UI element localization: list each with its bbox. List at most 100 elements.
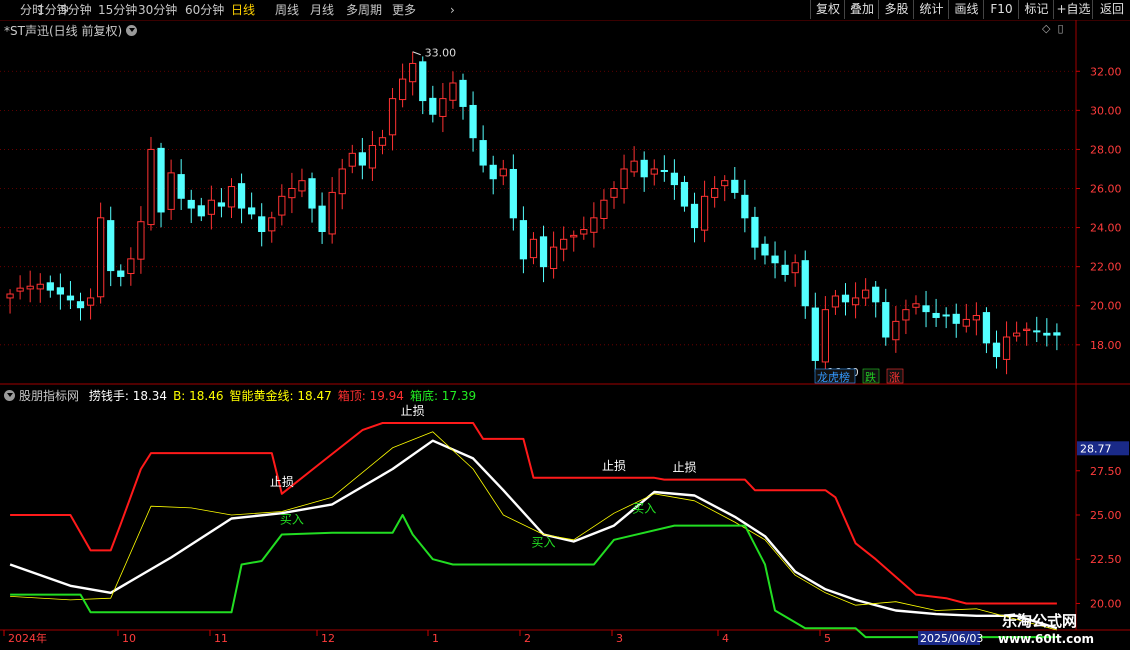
candle-body (721, 180, 729, 187)
candle-body (590, 217, 598, 233)
candle-body (489, 164, 497, 180)
ind-tick-label-3: 27.50 (1090, 465, 1122, 478)
price-candle-88 (892, 306, 900, 353)
price-candle-31 (318, 192, 326, 244)
price-candle-50 (509, 154, 517, 231)
chevron-down-icon[interactable] (126, 25, 138, 36)
candle-body (771, 255, 779, 264)
price-candle-68 (690, 192, 699, 243)
price-candle-39 (398, 63, 407, 108)
price-candle-5 (56, 273, 65, 310)
candle-body (217, 202, 226, 207)
price-tick-label-4: 26.00 (1090, 183, 1122, 196)
candle-body (248, 207, 256, 215)
candle-body (278, 195, 286, 216)
candle-body (640, 159, 648, 178)
price-candle-64 (650, 159, 658, 186)
candle-body (227, 186, 236, 208)
candle-body (398, 78, 407, 101)
indicator-panel-header: 股朋指标网 捞钱手: 18.34 B: 18.46 智能黄金线: 18.47 箱顶: … (4, 387, 476, 404)
price-candle-13 (137, 206, 145, 274)
price-candle-58 (590, 202, 598, 248)
candle-body (26, 285, 34, 290)
candle-body (781, 264, 789, 275)
diamond-icon[interactable]: ◇ (1042, 22, 1050, 35)
x-tick-label-1: 10 (122, 632, 136, 645)
candle-body (348, 152, 356, 167)
price-candle-61 (620, 154, 628, 204)
candle-body (439, 98, 447, 117)
price-candle-101 (1023, 322, 1031, 346)
candle-body (117, 270, 125, 277)
candle-body (962, 318, 970, 327)
watermark-line2: www.60lt.com (998, 632, 1094, 646)
price-candle-45 (459, 73, 467, 120)
price-tag-2: 涨 (889, 371, 900, 384)
indicator-value-1: B: 18.46 (173, 389, 224, 403)
candle-body (6, 293, 14, 299)
price-candle-4 (46, 275, 54, 298)
price-candle-83 (841, 283, 850, 316)
price-candle-90 (912, 295, 920, 315)
price-candle-33 (338, 158, 346, 210)
candle-body (902, 309, 910, 321)
candle-body (167, 172, 175, 210)
x-tick-label-4: 1 (432, 632, 439, 645)
high-marker (412, 51, 421, 56)
price-candle-3 (36, 273, 44, 303)
price-tag-0: 龙虎榜 (817, 370, 850, 384)
candle-body (791, 262, 799, 274)
price-candle-24 (248, 192, 256, 220)
candle-body (851, 297, 860, 306)
price-candle-8 (86, 288, 95, 320)
candle-body (509, 168, 517, 219)
candle-body (97, 217, 105, 298)
candle-body (741, 194, 749, 219)
candle-body (308, 178, 316, 209)
candle-body (268, 217, 276, 232)
candle-body (86, 297, 95, 306)
candle-body (318, 205, 326, 232)
price-candle-9 (97, 202, 105, 304)
indicator-value-2: 智能黄金线: 18.47 (229, 389, 332, 403)
price-tick-label-6: 30.00 (1090, 104, 1122, 117)
stop-loss-signal-3: 止损 (672, 461, 696, 475)
candle-body (499, 168, 507, 177)
price-candle-97 (982, 307, 991, 354)
candle-body (831, 295, 840, 308)
price-candle-6 (66, 281, 75, 309)
candle-body (207, 199, 215, 215)
candle-body (56, 287, 65, 295)
candle-body (147, 148, 155, 226)
price-candle-100 (1013, 321, 1021, 342)
price-panel-header: *ST声迅(日线 前复权) (4, 22, 138, 39)
price-candle-11 (117, 264, 125, 287)
price-candle-35 (358, 137, 366, 180)
candle-body (469, 104, 477, 139)
price-candle-48 (489, 155, 497, 195)
candle-body (187, 199, 195, 209)
price-candle-29 (298, 168, 306, 198)
price-candle-40 (409, 51, 417, 96)
candle-body (107, 220, 115, 272)
candle-body (519, 220, 528, 260)
price-panel: 18.00 20.00 22.00 24.00 26.00 28.00 30.00 32.00… (0, 47, 1122, 384)
candle-body (700, 195, 709, 231)
price-candle-75 (761, 236, 769, 265)
candle-body (529, 238, 538, 259)
price-candle-2 (26, 270, 34, 303)
candle-body (630, 160, 638, 173)
price-tick-label-1: 20.00 (1090, 300, 1122, 313)
candle-body (288, 188, 296, 199)
chevron-down-icon[interactable] (4, 390, 15, 401)
candle-body (378, 137, 387, 146)
indicator-values: 捞钱手: 18.34 B: 18.46 智能黄金线: 18.47 箱顶: 19.94 箱… (83, 389, 476, 403)
price-candle-55 (560, 226, 568, 262)
indicator-name: 股朋指标网 (19, 389, 80, 403)
candle-body (298, 180, 306, 192)
panel-toggle-icon[interactable]: ▯ (1057, 22, 1063, 35)
price-candle-1 (16, 275, 24, 300)
candle-body (560, 238, 568, 250)
price-candle-17 (177, 159, 185, 210)
price-candle-82 (831, 289, 840, 315)
